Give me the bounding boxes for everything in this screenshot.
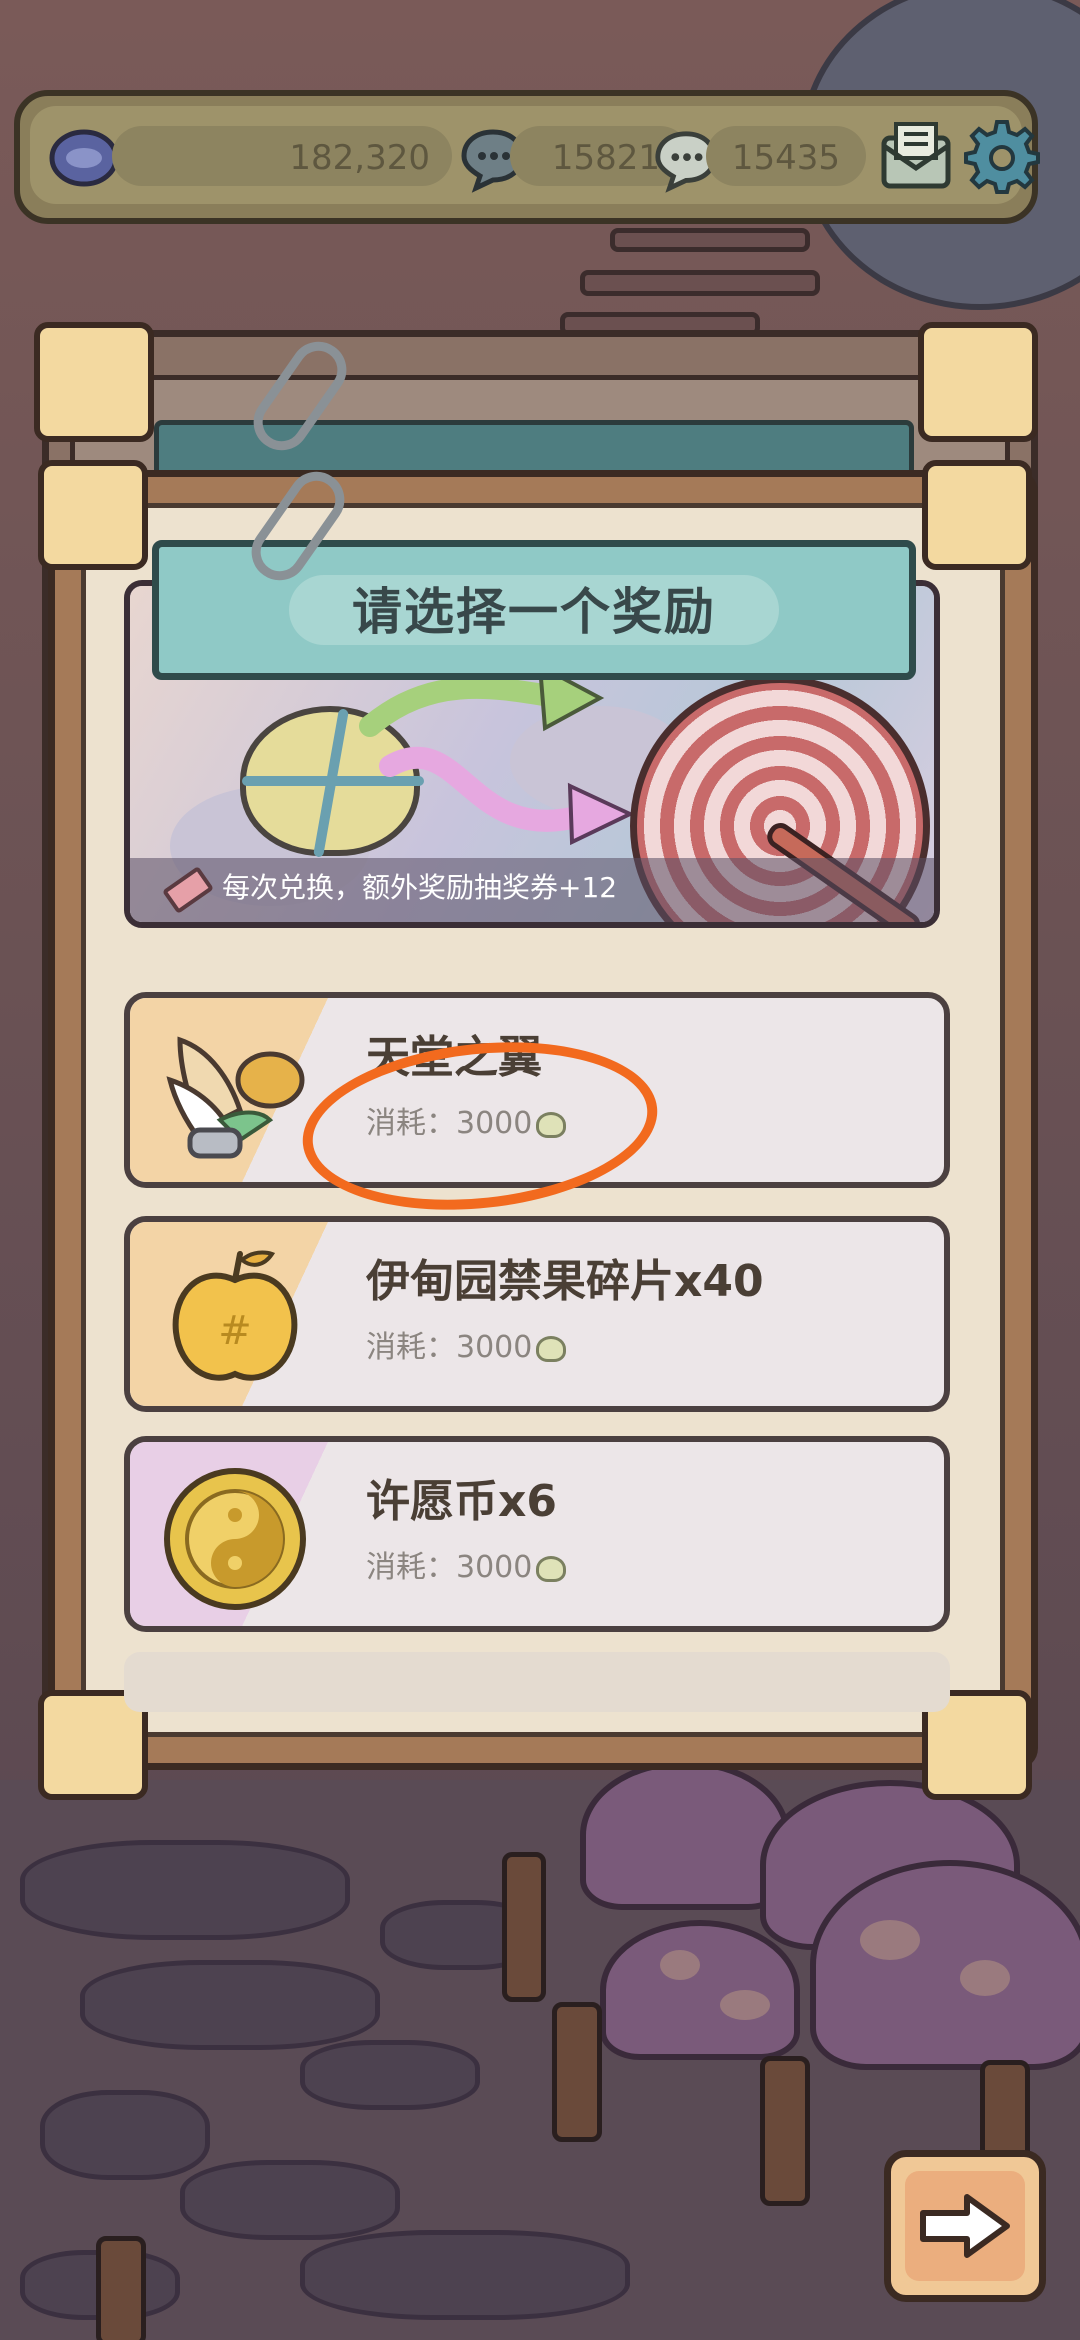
fence-post <box>96 2236 146 2340</box>
next-button[interactable] <box>884 2150 1046 2302</box>
mushroom <box>810 1860 1080 2070</box>
reward-cost: 消耗：3000 <box>366 1546 567 1590</box>
reward-name: 伊甸园禁果碎片x40 <box>366 1256 764 1307</box>
cost-label: 消耗： <box>366 1330 456 1365</box>
banner-info-text: 每次兑换，额外奖励抽奖券+12 <box>222 871 618 904</box>
stepping-stone <box>300 2040 480 2110</box>
stepping-stone <box>40 2090 210 2180</box>
mushroom <box>600 1920 800 2060</box>
chat-b-value: 15435 <box>731 138 840 178</box>
gear-icon[interactable] <box>964 118 1040 194</box>
mushroom-spot <box>960 1960 1010 1996</box>
top-status-bar: 182,320 15821 15435 <box>14 90 1040 224</box>
cost-label: 消耗： <box>366 1550 456 1585</box>
mushroom-spot <box>660 1950 700 1980</box>
panel-corner <box>918 322 1038 442</box>
arrow-right-icon <box>920 2194 1010 2258</box>
gold-coin-icon <box>49 129 119 187</box>
shell-currency-icon <box>536 1335 567 1362</box>
reward-cost: 消耗：3000 <box>366 1326 567 1370</box>
golden-apple-icon: # <box>172 1250 298 1381</box>
panel-corner <box>38 460 148 570</box>
panel-corner <box>34 322 154 442</box>
mushroom-spot <box>720 1990 770 2020</box>
wooden-plank <box>580 270 820 296</box>
cost-value: 3000 <box>456 1330 533 1365</box>
wooden-plank <box>610 228 810 252</box>
mail-icon[interactable] <box>876 116 956 196</box>
mushroom-spot <box>860 1920 920 1960</box>
cost-value: 3000 <box>456 1550 533 1585</box>
fence-post <box>760 2056 810 2206</box>
wish-coin-icon <box>164 1468 306 1610</box>
fence-post <box>552 2002 602 2142</box>
shell-currency-icon <box>536 1555 567 1582</box>
wing-icon <box>166 1036 305 1159</box>
empty-reward-slot <box>124 1652 950 1712</box>
fence-post <box>502 1852 546 2002</box>
chat-a-value: 15821 <box>551 138 660 178</box>
reward-name: 许愿币x6 <box>366 1476 557 1527</box>
stepping-stone <box>80 1960 380 2050</box>
stepping-stone <box>180 2160 400 2240</box>
stepping-stone <box>300 2230 630 2320</box>
panel-corner <box>922 460 1032 570</box>
dialog-title: 请选择一个奖励 <box>352 583 716 641</box>
svg-text:#: # <box>218 1308 252 1354</box>
reward-option-3[interactable]: 许愿币x6 消耗：3000 <box>124 1436 950 1632</box>
stepping-stone <box>20 1840 350 1940</box>
gold-value: 182,320 <box>289 138 430 178</box>
reward-option-2[interactable]: # 伊甸园禁果碎片x40 消耗：3000 <box>124 1216 950 1412</box>
mushroom <box>580 1760 790 1910</box>
